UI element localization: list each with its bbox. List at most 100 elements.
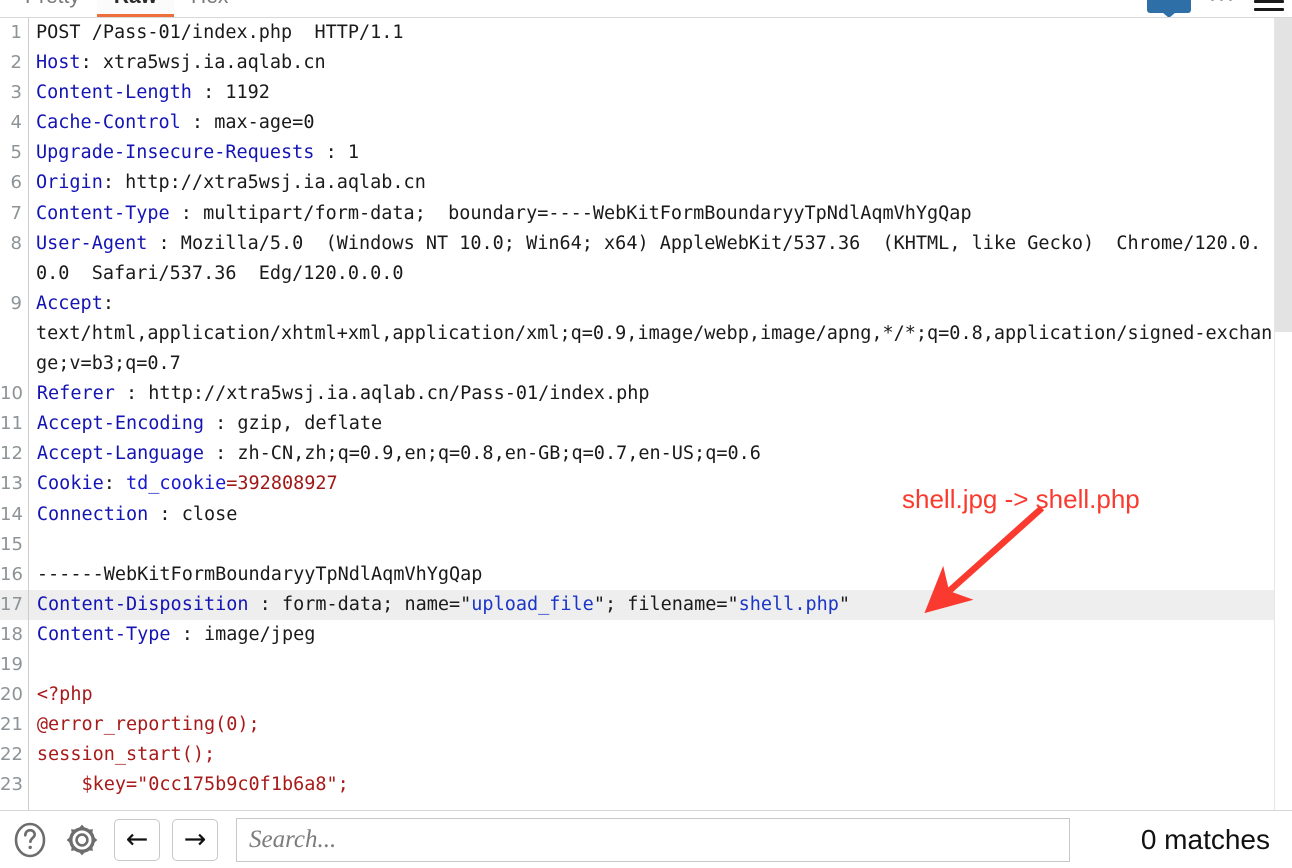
line-text: POST /Pass-01/index.php HTTP/1.1 <box>28 18 1274 48</box>
code-token-val: : 1192 <box>191 82 270 104</box>
code-token-hdr2: td_cookie <box>126 473 227 495</box>
tab-pretty[interactable]: Pretty <box>8 0 97 17</box>
code-token-val: : Mozilla/5.0 (Windows NT 10.0; Win64; x… <box>36 232 1262 284</box>
line-number: 15 <box>0 533 23 555</box>
line-number: 19 <box>0 653 23 675</box>
line-text: Accept-Encoding : gzip, deflate <box>29 409 1274 439</box>
search-next-button[interactable]: → <box>172 818 218 861</box>
line-text <box>29 650 1274 680</box>
code-line[interactable]: 21 @error_reporting(0); <box>0 710 1274 740</box>
line-number: 20 <box>0 684 23 706</box>
line-text: Content-Type : multipart/form-data; boun… <box>28 199 1274 229</box>
line-text: Connection : close <box>29 500 1274 530</box>
search-input-wrapper[interactable] <box>236 817 1070 862</box>
code-line[interactable]: 8 User-Agent : Mozilla/5.0 (Windows NT 10… <box>0 229 1274 289</box>
code-line[interactable]: 18 Content-Type : image/jpeg <box>0 620 1274 650</box>
line-text: User-Agent : Mozilla/5.0 (Windows NT 10.… <box>28 229 1274 289</box>
line-number: 22 <box>0 744 23 766</box>
code-line[interactable]: 14 Connection : close <box>0 500 1274 530</box>
line-number: 16 <box>0 563 23 585</box>
code-token-val: : 1 <box>314 142 360 164</box>
code-token-hdr: Origin <box>36 172 103 194</box>
line-text: Accept-Language : zh-CN,zh;q=0.9,en;q=0.… <box>29 439 1274 469</box>
code-token-val: : close <box>148 503 238 525</box>
code-line[interactable]: 4 Cache-Control : max-age=0 <box>0 108 1274 138</box>
code-token-hdr: Host <box>36 52 81 74</box>
message-view-tabs: Pretty Raw Hex <box>0 0 1292 18</box>
code-token-php: $key="0cc175b9c0f1b6a8"; <box>36 774 349 796</box>
code-token-hdr: Accept-Language <box>36 443 204 465</box>
code-line[interactable]: 10 Referer : http://xtra5wsj.ia.aqlab.cn/… <box>0 379 1274 409</box>
code-line[interactable]: 22 session_start(); <box>0 740 1274 770</box>
request-code-body[interactable]: 1 POST /Pass-01/index.php HTTP/1.1 2 Host : … <box>0 18 1274 800</box>
line-number: 9 <box>10 292 22 314</box>
code-token-val: : max-age=0 <box>180 112 315 134</box>
code-token-hdr: Referer <box>36 383 115 405</box>
code-token-val: : multipart/form-data; boundary=----WebK… <box>169 202 972 224</box>
code-line[interactable]: 12 Accept-Language : zh-CN,zh;q=0.9,en;q=… <box>0 439 1274 469</box>
line-text: Upgrade-Insecure-Requests : 1 <box>28 138 1274 168</box>
code-token-hdr: Content-Length <box>36 82 192 104</box>
code-line[interactable]: 11 Accept-Encoding : gzip, deflate <box>0 409 1274 439</box>
code-line[interactable]: 7 Content-Type : multipart/form-data; bou… <box>0 199 1274 229</box>
code-line[interactable]: 3 Content-Length : 1192 <box>0 78 1274 108</box>
code-token-val: : <box>103 473 127 495</box>
code-token-blue: upload_file <box>471 593 594 615</box>
line-number: 1 <box>10 22 22 43</box>
line-text: Content-Length : 1192 <box>28 78 1274 108</box>
more-options-icon[interactable]: ··· <box>1209 0 1236 12</box>
code-line[interactable]: 13 Cookie: td_cookie=392808927 <box>0 469 1274 499</box>
hamburger-menu-icon[interactable] <box>1254 0 1284 11</box>
code-line[interactable]: 6 Origin: http://xtra5wsj.ia.aqlab.cn <box>0 168 1274 198</box>
gutter-divider <box>28 18 29 810</box>
line-number: 7 <box>10 202 22 224</box>
line-number: 10 <box>0 383 23 405</box>
line-number: 18 <box>0 623 23 645</box>
code-token-hdr: Upgrade-Insecure-Requests <box>36 142 315 164</box>
line-text: Accept: text/html,application/xhtml+xml,… <box>28 289 1274 379</box>
code-line[interactable]: 5 Upgrade-Insecure-Requests : 1 <box>0 138 1274 168</box>
inspector-badge-icon[interactable] <box>1147 0 1192 13</box>
editor-scrollbar-thumb[interactable] <box>1275 18 1292 332</box>
code-line[interactable]: 1 POST /Pass-01/index.php HTTP/1.1 <box>0 18 1274 48</box>
tab-raw-label: Raw <box>114 0 157 8</box>
help-question-icon[interactable] <box>10 820 50 860</box>
code-line[interactable]: 23 $key="0cc175b9c0f1b6a8"; <box>0 770 1274 800</box>
code-token-hdr: Content-Type <box>36 623 171 645</box>
code-token-hdr: Connection <box>36 503 149 525</box>
code-token-val: " <box>838 593 851 615</box>
line-number: 11 <box>0 413 23 435</box>
line-text: $key="0cc175b9c0f1b6a8"; <box>29 770 1274 800</box>
line-number: 12 <box>0 443 23 465</box>
code-token-hdr: Accept-Encoding <box>36 413 204 435</box>
line-number: 8 <box>10 232 22 254</box>
search-prev-button[interactable]: ← <box>114 818 160 861</box>
line-text: <?php <box>29 680 1274 710</box>
code-token-val: "; filename=" <box>593 593 739 615</box>
raw-request-editor[interactable]: 1 POST /Pass-01/index.php HTTP/1.1 2 Host : … <box>0 18 1274 810</box>
line-number: 2 <box>10 52 22 74</box>
line-text: Cookie: td_cookie=392808927 <box>29 469 1274 499</box>
code-token-val: : http://xtra5wsj.ia.aqlab.cn <box>102 172 426 194</box>
code-line[interactable]: 16 ------WebKitFormBoundaryyTpNdlAqmVhYgQ… <box>0 560 1274 590</box>
code-line[interactable]: 9 Accept: text/html,application/xhtml+xml… <box>0 289 1274 379</box>
line-number: 23 <box>0 774 23 796</box>
code-token-hdr: User-Agent <box>36 232 148 254</box>
tab-hex[interactable]: Hex <box>174 0 245 17</box>
editor-scrollbar-track[interactable] <box>1274 18 1292 810</box>
code-token-val: : http://xtra5wsj.ia.aqlab.cn/Pass-01/in… <box>114 383 650 405</box>
code-line[interactable]: 20 <?php <box>0 680 1274 710</box>
gear-icon[interactable] <box>62 820 102 860</box>
code-line[interactable]: 17 Content-Disposition : form-data; name=… <box>0 589 1274 620</box>
line-text: session_start(); <box>29 740 1274 770</box>
search-input[interactable] <box>247 824 1059 855</box>
code-line[interactable]: 2 Host: xtra5wsj.ia.aqlab.cn <box>0 48 1274 78</box>
code-token-php: session_start(); <box>36 744 216 766</box>
code-token-red: =392808927 <box>226 473 338 495</box>
code-token-val: : form-data; name=" <box>248 593 472 615</box>
tab-hex-label: Hex <box>191 0 228 8</box>
line-text <box>29 530 1274 560</box>
tab-raw[interactable]: Raw <box>96 0 175 17</box>
code-line[interactable]: 15 <box>0 530 1274 560</box>
code-line[interactable]: 19 <box>0 650 1274 680</box>
